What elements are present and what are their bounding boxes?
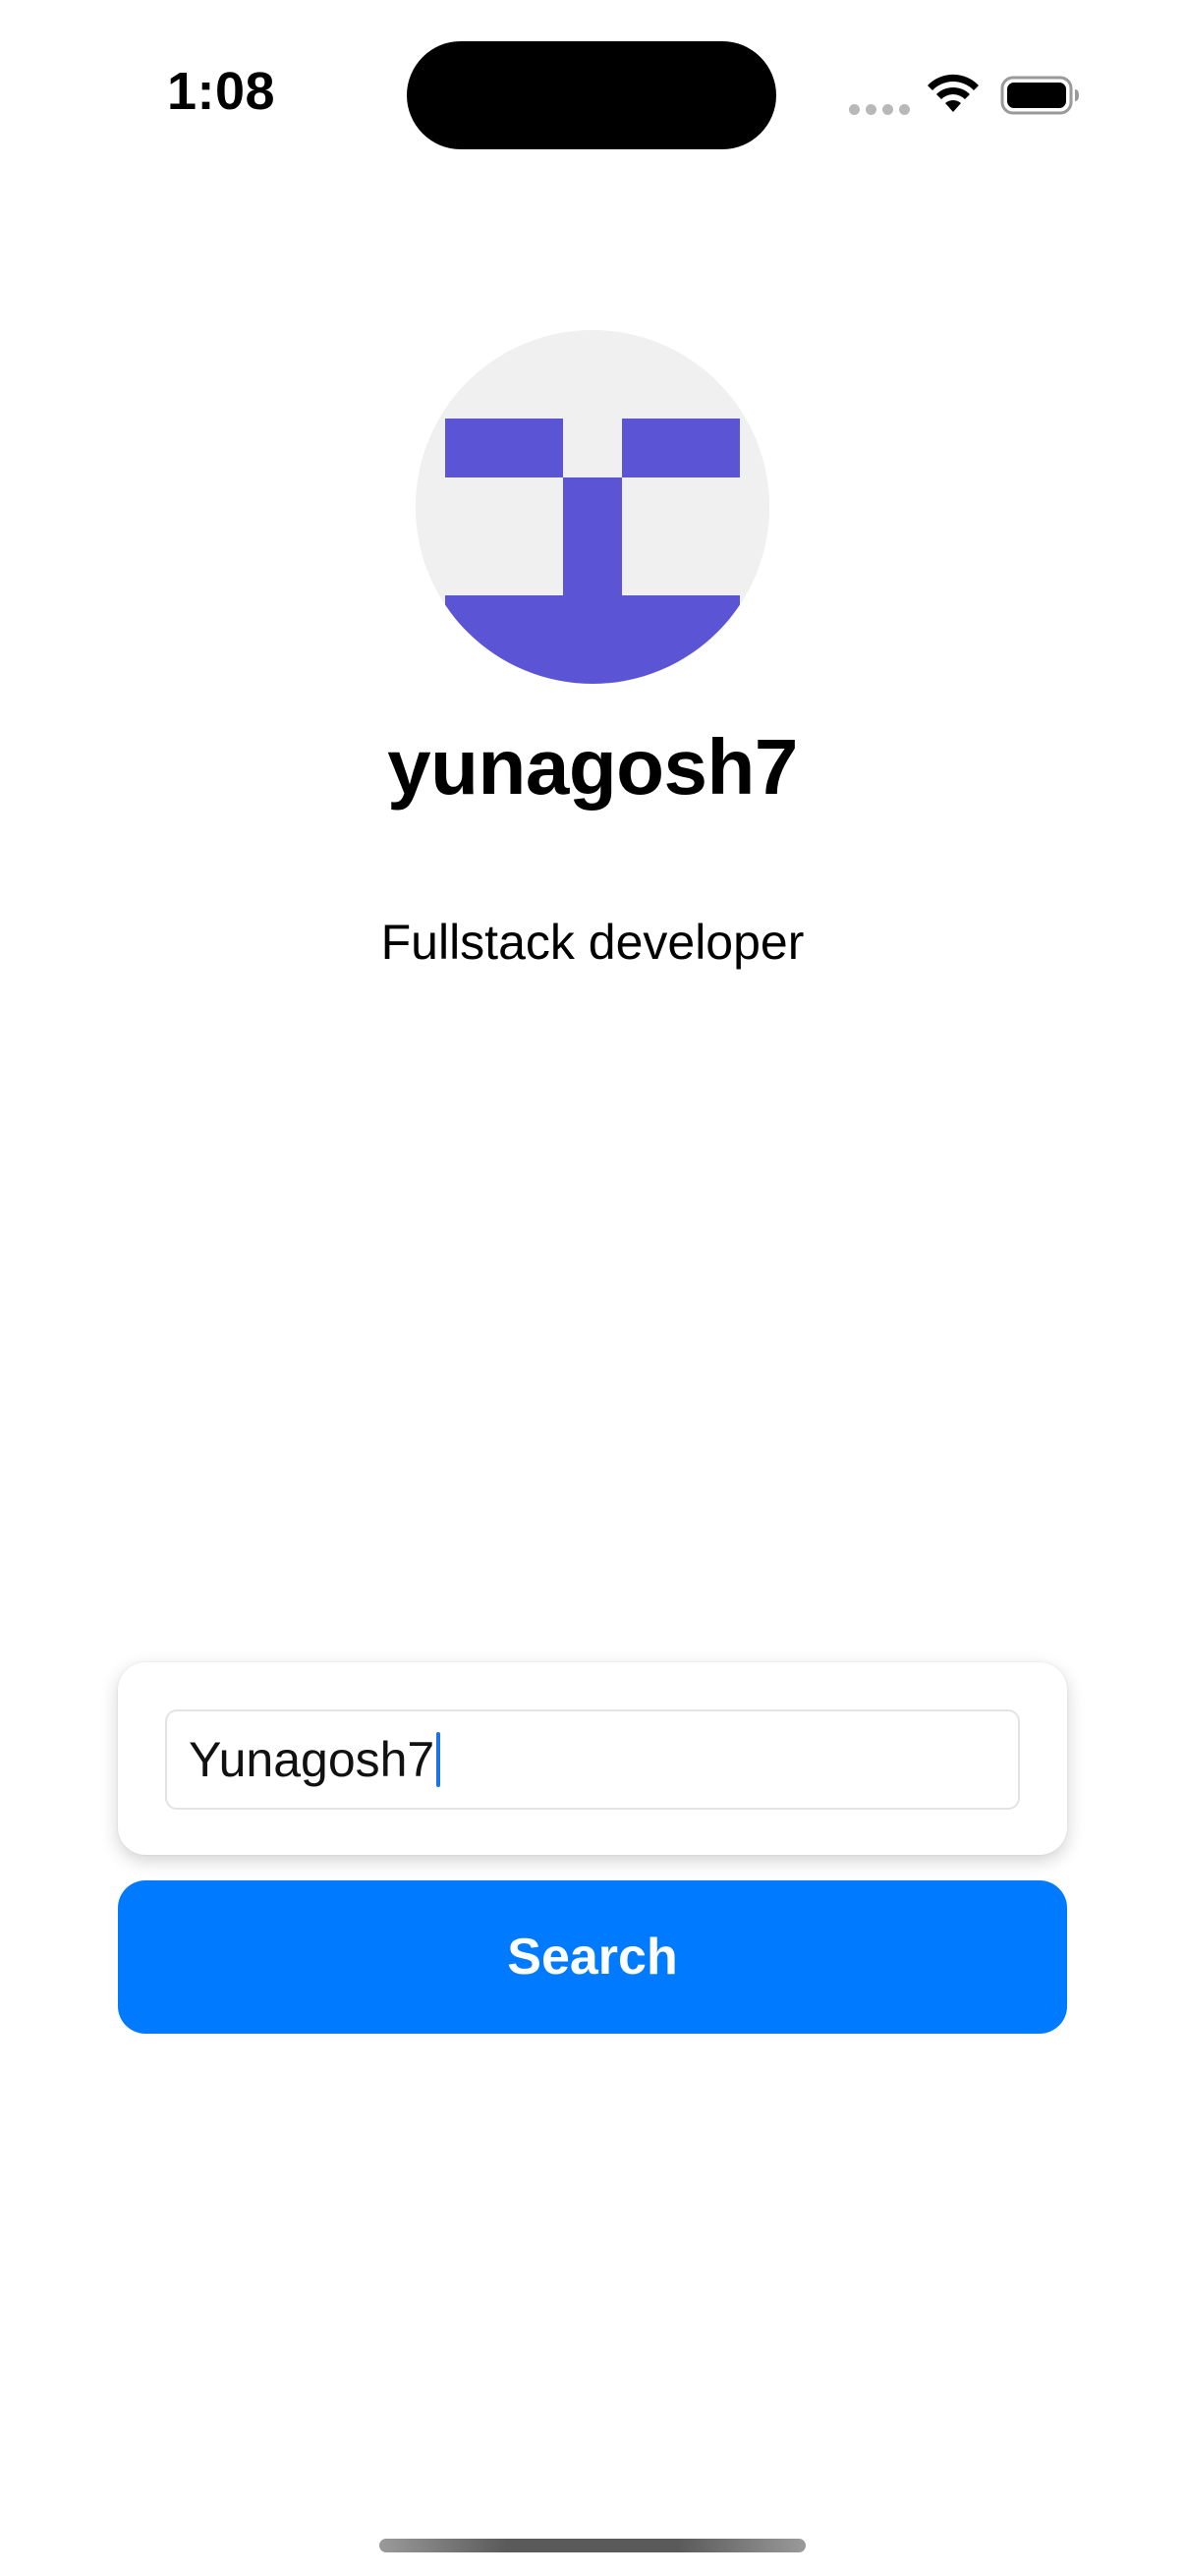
search-button[interactable]: Search [118, 1880, 1067, 2034]
user-bio: Fullstack developer [380, 915, 805, 970]
search-input-value: Yunagosh7 [189, 1732, 435, 1787]
text-caret [436, 1732, 441, 1787]
username-search-input[interactable]: Yunagosh7 [165, 1709, 1020, 1810]
avatar [416, 330, 769, 684]
home-indicator[interactable] [379, 2539, 806, 2552]
battery-icon [1000, 76, 1079, 115]
username: yunagosh7 [387, 723, 798, 811]
identicon-avatar-icon [416, 330, 769, 684]
signal-dots-icon [849, 104, 910, 115]
wifi-icon [928, 74, 979, 112]
dynamic-island [407, 41, 776, 149]
status-time: 1:08 [167, 62, 276, 121]
